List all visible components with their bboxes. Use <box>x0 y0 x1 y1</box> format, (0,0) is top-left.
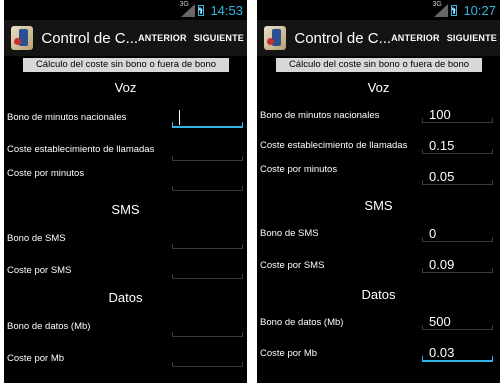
coste-mb-input[interactable]: 0.03 <box>422 345 493 362</box>
status-time: 14:53 <box>210 2 243 18</box>
section-sms: SMS <box>364 198 393 213</box>
label-bono-sms: Bono de SMS <box>260 228 319 239</box>
bono-datos-input[interactable]: 500 <box>422 314 493 330</box>
coste-minutos-input[interactable]: 0.05 <box>422 169 493 185</box>
bono-datos-input[interactable] <box>172 322 243 337</box>
app-title: Control de C... <box>294 29 392 47</box>
status-bar: 3G ϟ 10:27 <box>257 0 500 20</box>
page-header: Cálculo del coste sin bono o fuera de bo… <box>276 58 482 72</box>
section-voz: Voz <box>367 80 390 95</box>
label-bono-minutos: Bono de minutos nacionales <box>260 110 380 121</box>
battery-icon: ϟ <box>451 4 458 16</box>
label-coste-establecimiento: Coste establecimiento de llamadas <box>260 140 408 151</box>
page-header: Cálculo del coste sin bono o fuera de bo… <box>23 58 229 72</box>
label-bono-sms: Bono de SMS <box>7 233 66 244</box>
network-type: 3G <box>432 0 442 8</box>
coste-minutos-input[interactable] <box>172 176 243 191</box>
bono-minutos-input[interactable]: 100 <box>422 107 493 123</box>
app-icon[interactable] <box>264 26 287 50</box>
app-icon[interactable] <box>11 26 34 50</box>
action-bar: Control de C... ANTERIOR SIGUIENTE <box>257 20 500 56</box>
section-voz: Voz <box>114 80 137 95</box>
coste-sms-input[interactable] <box>172 264 243 279</box>
label-coste-establecimiento: Coste establecimiento de llamadas <box>7 144 155 155</box>
label-coste-mb: Coste por Mb <box>260 348 318 359</box>
coste-establecimiento-input[interactable]: 0.15 <box>422 138 493 154</box>
action-bar: Control de C... ANTERIOR SIGUIENTE <box>4 20 247 56</box>
label-coste-minutos: Coste por minutos <box>7 168 85 179</box>
bono-minutos-input[interactable] <box>172 110 243 128</box>
status-time: 10:27 <box>463 2 496 18</box>
anterior-button[interactable]: ANTERIOR <box>391 33 440 43</box>
bono-sms-input[interactable] <box>172 234 243 249</box>
coste-establecimiento-input[interactable] <box>172 146 243 161</box>
label-bono-datos: Bono de datos (Mb) <box>260 317 344 328</box>
siguiente-button[interactable]: SIGUIENTE <box>447 33 497 43</box>
label-bono-datos: Bono de datos (Mb) <box>7 321 91 332</box>
section-datos: Datos <box>108 290 143 305</box>
text-cursor <box>179 110 180 125</box>
label-bono-minutos: Bono de minutos nacionales <box>7 112 127 123</box>
siguiente-button[interactable]: SIGUIENTE <box>194 33 244 43</box>
anterior-button[interactable]: ANTERIOR <box>138 33 187 43</box>
coste-sms-input[interactable]: 0.09 <box>422 257 493 273</box>
phone-screen-right: 3G ϟ 10:27 Control de C... ANTERIOR SIGU… <box>257 0 500 383</box>
signal-icon: 3G <box>179 0 196 17</box>
coste-mb-input[interactable] <box>172 352 243 367</box>
label-coste-sms: Coste por SMS <box>7 265 72 276</box>
app-title: Control de C... <box>41 29 139 47</box>
signal-icon: 3G <box>432 0 449 17</box>
battery-icon: ϟ <box>198 4 205 16</box>
network-type: 3G <box>179 0 189 8</box>
section-datos: Datos <box>361 287 396 302</box>
label-coste-mb: Coste por Mb <box>7 353 65 364</box>
label-coste-sms: Coste por SMS <box>260 260 325 271</box>
bono-sms-input[interactable]: 0 <box>422 226 493 242</box>
label-coste-minutos: Coste por minutos <box>260 164 338 175</box>
status-bar: 3G ϟ 14:53 <box>4 0 247 20</box>
section-sms: SMS <box>111 202 140 217</box>
phone-screen-left: 3G ϟ 14:53 Control de C... ANTERIOR SIGU… <box>4 0 247 383</box>
